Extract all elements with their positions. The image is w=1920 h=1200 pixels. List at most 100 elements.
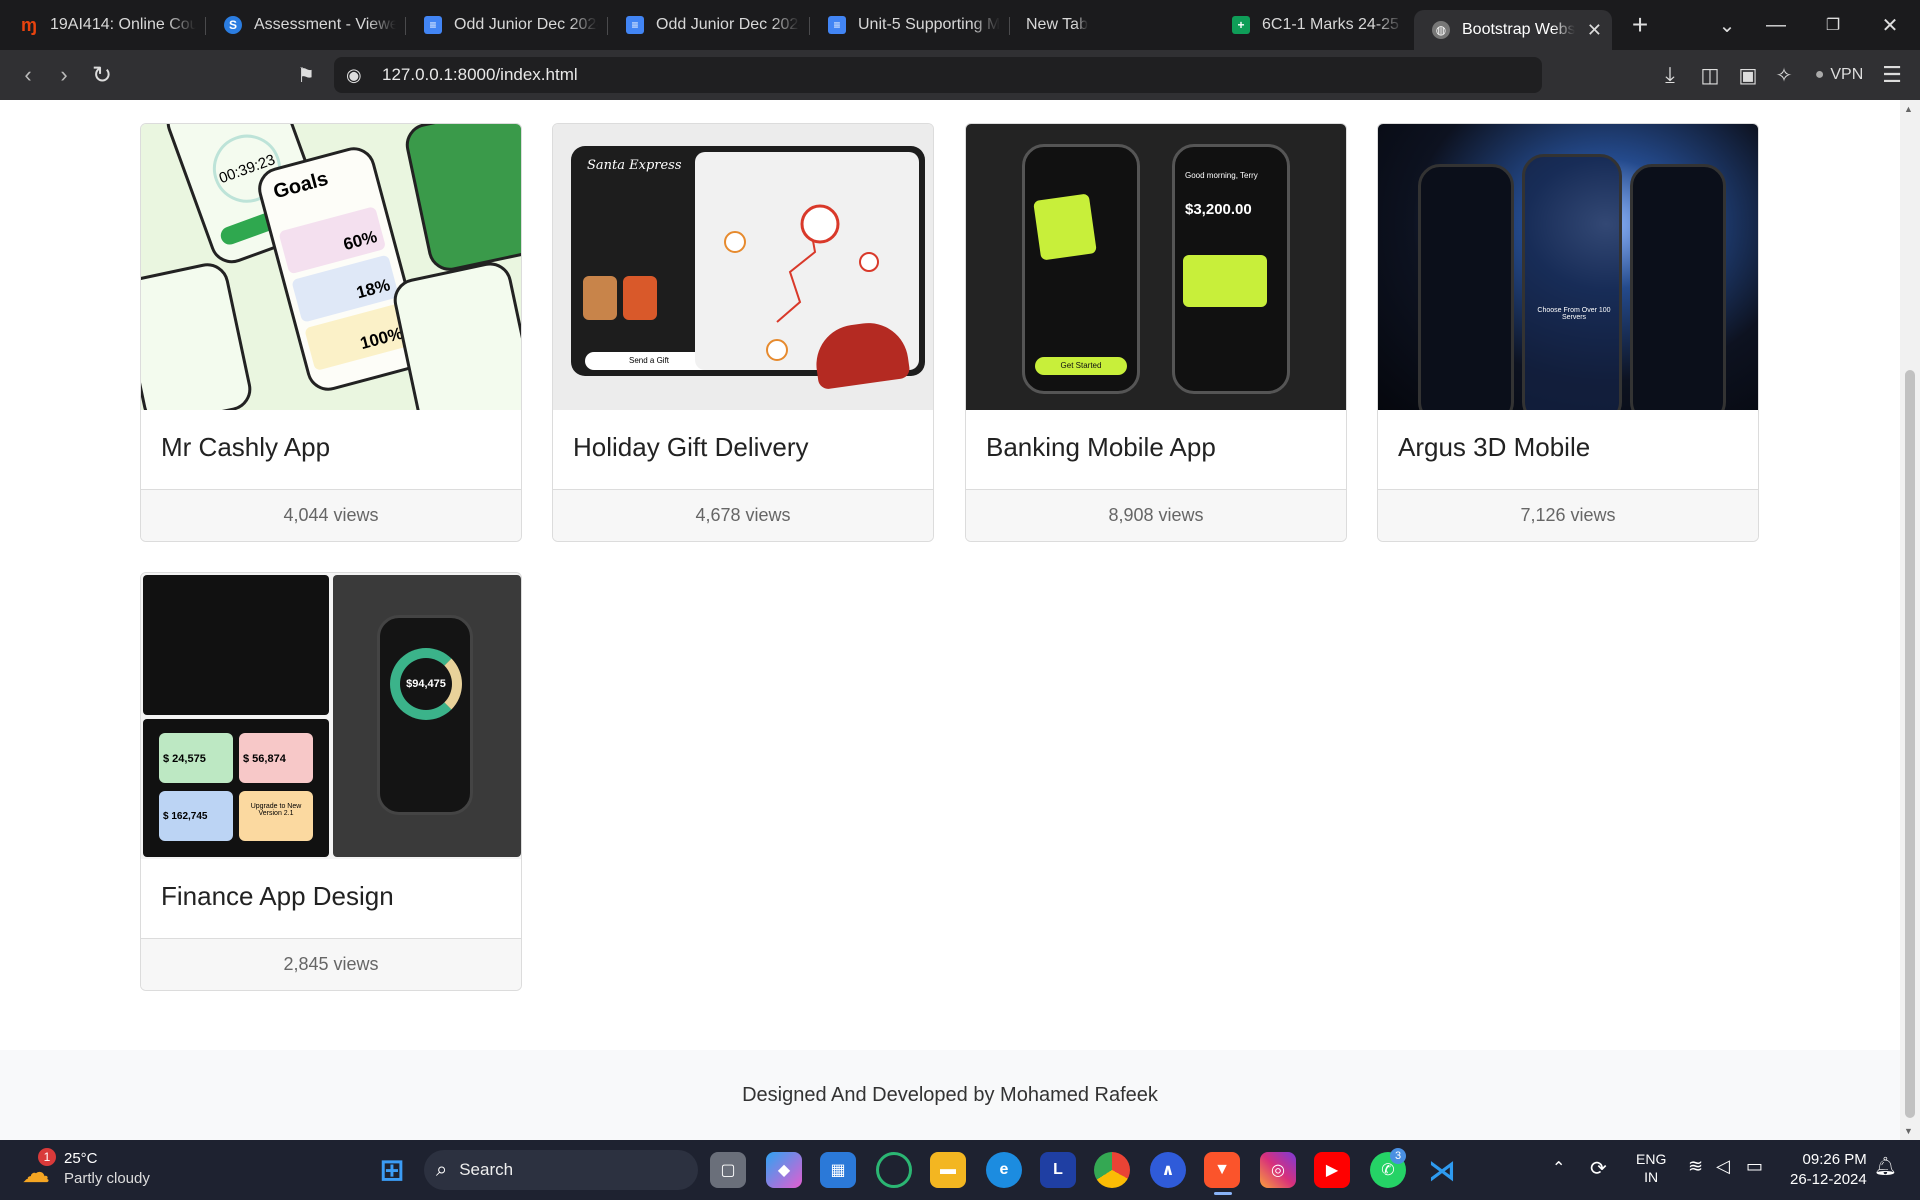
instagram-icon[interactable]: ◎	[1260, 1152, 1296, 1188]
project-card[interactable]: Choose From Over 100 Servers Argus 3D Mo…	[1377, 123, 1759, 542]
close-window-button[interactable]: ✕	[1870, 0, 1910, 50]
battery-icon[interactable]: ▭	[1746, 1156, 1763, 1177]
docs-icon: ≡	[424, 16, 442, 34]
page-scrollbar[interactable]: ▲ ▼	[1900, 100, 1920, 1140]
whatsapp-badge: 3	[1390, 1148, 1406, 1164]
phone-mockup: Goals 60% 18% 100%	[253, 142, 429, 396]
sidebar-icon[interactable]: ◫	[1692, 50, 1728, 100]
tab-label: Odd Junior Dec 2024	[454, 16, 598, 33]
restore-button[interactable]: ❐	[1813, 0, 1853, 50]
tab-odd-junior-2[interactable]: ≡ Odd Junior Dec 2024	[608, 7, 810, 43]
project-card[interactable]: $ 24,575 $ 56,874 $ 162,745 Upgrade to N…	[140, 572, 522, 991]
start-icon[interactable]: ⊞	[374, 1152, 410, 1188]
wallet-icon[interactable]: ▣	[1730, 50, 1766, 100]
address-bar[interactable]: ◉ 127.0.0.1:8000/index.html	[334, 57, 1542, 93]
clock[interactable]: 09:26 PM 26-12-2024	[1790, 1150, 1867, 1190]
card-title[interactable]: Argus 3D Mobile	[1378, 410, 1758, 490]
gift-option	[583, 276, 617, 320]
tray-chevron-icon[interactable]: ⌃	[1552, 1158, 1565, 1178]
balance-tile: $ 56,874	[239, 733, 313, 783]
card-views: 2,845 views	[141, 939, 521, 990]
tab-unit-5[interactable]: ≡ Unit-5 Supporting M	[810, 7, 1010, 43]
card-title[interactable]: Mr Cashly App	[141, 410, 521, 490]
forward-icon[interactable]: ›	[46, 50, 82, 100]
project-card[interactable]: 00:39:23 Goals 60% 18% 100% Mr Cashly Ap…	[140, 123, 522, 542]
web-page: 00:39:23 Goals 60% 18% 100% Mr Cashly Ap…	[0, 100, 1900, 1140]
bookmark-icon[interactable]: ⚑	[288, 50, 324, 100]
tab-label: New Tab	[1026, 16, 1088, 33]
copilot-icon[interactable]: ◆	[766, 1152, 802, 1188]
scroll-up-icon[interactable]: ▲	[1904, 104, 1913, 114]
reload-icon[interactable]: ↻	[84, 50, 120, 100]
weather-text: Partly cloudy	[64, 1170, 150, 1187]
tab-favicon-icon: S	[224, 16, 242, 34]
project-card[interactable]: Santa Express Send a Gift Holiday Gift D…	[552, 123, 934, 542]
close-tab-icon[interactable]: ✕	[1587, 20, 1602, 41]
youtube-icon[interactable]: ▶	[1314, 1152, 1350, 1188]
stats-panel: $ 24,575 $ 56,874 $ 162,745 Upgrade to N…	[143, 719, 329, 857]
back-icon[interactable]: ‹	[10, 50, 46, 100]
task-view-icon[interactable]: ▢	[710, 1152, 746, 1188]
tab-assessment[interactable]: S Assessment - Viewer	[206, 7, 406, 43]
taskbar-search[interactable]: ⌕ Search	[424, 1150, 698, 1190]
temperature-text: 25°C	[64, 1150, 98, 1167]
vscode-icon[interactable]: ⋊	[1424, 1152, 1460, 1188]
card-image[interactable]: Get Started Good morning, Terry $3,200.0…	[966, 124, 1346, 410]
tab-online-course[interactable]: ɱ 19AI414: Online Cour	[0, 7, 206, 43]
l-app-icon[interactable]: L	[1040, 1152, 1076, 1188]
menu-icon[interactable]: ☰	[1874, 50, 1910, 100]
wifi-icon[interactable]: ≋	[1688, 1156, 1703, 1177]
minimize-button[interactable]: —	[1756, 0, 1796, 50]
card-title[interactable]: Finance App Design	[141, 859, 521, 939]
leo-ai-icon[interactable]: ✧	[1766, 50, 1802, 100]
store-icon[interactable]: ▦	[820, 1152, 856, 1188]
card-views: 8,908 views	[966, 490, 1346, 541]
chrome-icon[interactable]	[1094, 1152, 1130, 1188]
brave-icon[interactable]: ▼	[1204, 1152, 1240, 1188]
vpn-button[interactable]: ● VPN	[1808, 50, 1870, 100]
chevron-down-icon[interactable]: ⌄	[1712, 0, 1742, 50]
card-title[interactable]: Holiday Gift Delivery	[553, 410, 933, 490]
bank-card	[1183, 255, 1267, 307]
search-label: Search	[459, 1160, 514, 1179]
card-image[interactable]: 00:39:23 Goals 60% 18% 100%	[141, 124, 521, 410]
language-indicator[interactable]: ENG IN	[1636, 1150, 1666, 1186]
sync-icon[interactable]: ⟳	[1590, 1156, 1607, 1181]
new-tab-button[interactable]: +	[1622, 0, 1658, 50]
scroll-down-icon[interactable]: ▼	[1904, 1126, 1913, 1136]
weather-widget[interactable]: ☁ 1	[22, 1148, 62, 1192]
url-text: 127.0.0.1:8000/index.html	[382, 65, 578, 84]
volume-icon[interactable]: ◁	[1716, 1156, 1730, 1177]
edge-icon[interactable]: e	[986, 1152, 1022, 1188]
search-icon: ⌕	[436, 1158, 448, 1181]
download-icon[interactable]: ⤓	[1652, 50, 1688, 100]
site-info-icon[interactable]: ◉	[346, 65, 362, 86]
card-title[interactable]: Banking Mobile App	[966, 410, 1346, 490]
phone-mockup	[401, 124, 521, 275]
phone-mockup	[389, 258, 521, 410]
tab-new-tab[interactable]: New Tab	[1010, 7, 1214, 43]
notification-bell-icon[interactable]: 🔔︎	[1874, 1156, 1897, 1177]
time-text: 09:26 PM	[1802, 1151, 1867, 1168]
date-text: 26-12-2024	[1790, 1171, 1867, 1188]
sheets-icon: +	[1232, 16, 1250, 34]
card-image[interactable]: Santa Express Send a Gift	[553, 124, 933, 410]
docs-icon: ≡	[626, 16, 644, 34]
card-image[interactable]: $ 24,575 $ 56,874 $ 162,745 Upgrade to N…	[141, 573, 521, 859]
tab-label: Odd Junior Dec 2024	[656, 16, 800, 33]
phone-photo: $94,475	[333, 575, 521, 857]
tab-bootstrap-website[interactable]: ◍ Bootstrap Websi ✕	[1414, 10, 1612, 50]
tab-odd-junior-1[interactable]: ≡ Odd Junior Dec 2024	[406, 7, 608, 43]
notification-badge: 1	[38, 1148, 56, 1166]
page-footer: Designed And Developed by Mohamed Rafeek	[0, 1050, 1900, 1140]
project-card[interactable]: Get Started Good morning, Terry $3,200.0…	[965, 123, 1347, 542]
vpn-app-icon[interactable]: ∧	[1150, 1152, 1186, 1188]
app-icon[interactable]	[876, 1152, 912, 1188]
tab-label: 19AI414: Online Cour	[50, 16, 196, 33]
file-explorer-icon[interactable]: ▬	[930, 1152, 966, 1188]
phone-mockup: Get Started	[1022, 144, 1140, 394]
tab-marks-sheet[interactable]: + 6C1-1 Marks 24-25 O	[1214, 7, 1414, 43]
sale-tile: $ 24,575	[159, 733, 233, 783]
scrollbar-thumb[interactable]	[1905, 370, 1915, 1118]
card-image[interactable]: Choose From Over 100 Servers	[1378, 124, 1758, 410]
